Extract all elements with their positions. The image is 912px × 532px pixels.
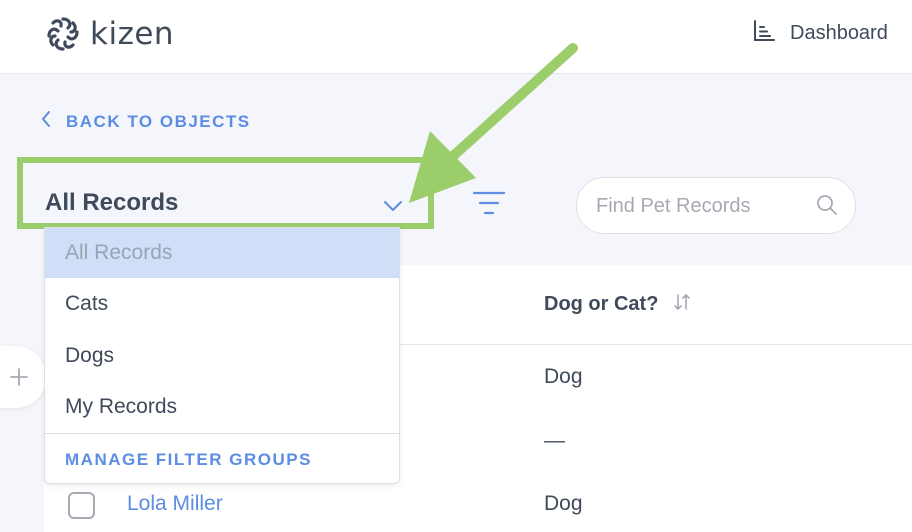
back-to-objects-label: BACK TO OBJECTS — [66, 111, 251, 131]
dropdown-option-label: My Records — [65, 395, 178, 418]
record-name-link[interactable]: Lola Miller — [127, 492, 223, 516]
table-cell-type: Dog — [544, 492, 583, 515]
manage-filter-groups-link[interactable]: MANAGE FILTER GROUPS — [65, 450, 312, 470]
dropdown-option-cats[interactable]: Cats — [45, 279, 399, 329]
chevron-left-icon — [40, 110, 52, 133]
dropdown-option-label: Cats — [65, 292, 109, 315]
column-header-dog-or-cat[interactable]: Dog or Cat? — [544, 292, 692, 317]
back-to-objects-link[interactable]: BACK TO OBJECTS — [40, 110, 251, 133]
table-cell-type: — — [544, 429, 565, 452]
column-header-label: Dog or Cat? — [544, 293, 659, 315]
search-input[interactable] — [596, 192, 816, 220]
dashboard-link[interactable]: Dashboard — [752, 19, 888, 47]
dropdown-option-my-records[interactable]: My Records — [45, 381, 399, 431]
dropdown-option-all-records[interactable]: All Records — [45, 228, 399, 278]
search-box — [576, 177, 856, 234]
sort-icon[interactable] — [672, 292, 692, 317]
top-bar: kizen Dashboard — [0, 0, 912, 74]
dashboard-icon — [752, 19, 776, 48]
filter-button[interactable] — [472, 190, 506, 223]
table-cell-type: Dog — [544, 365, 583, 388]
dropdown-divider — [45, 433, 399, 434]
dropdown-option-dogs[interactable]: Dogs — [45, 330, 399, 380]
dashboard-label: Dashboard — [790, 21, 888, 44]
row-checkbox[interactable] — [68, 492, 95, 519]
selected-filter-group: All Records — [45, 189, 179, 216]
search-icon[interactable] — [816, 194, 838, 221]
dropdown-option-label: All Records — [65, 241, 173, 264]
plus-icon[interactable] — [10, 368, 28, 391]
filter-group-select[interactable]: All Records — [17, 157, 434, 229]
logo[interactable]: kizen — [44, 14, 174, 54]
filter-icon — [472, 191, 506, 222]
kizen-logo-icon — [44, 15, 82, 53]
chevron-down-icon — [383, 199, 403, 217]
logo-text: kizen — [90, 16, 175, 52]
dropdown-option-label: Dogs — [65, 344, 115, 367]
filter-group-dropdown: All Records Cats Dogs My Records MANAGE … — [44, 227, 400, 484]
